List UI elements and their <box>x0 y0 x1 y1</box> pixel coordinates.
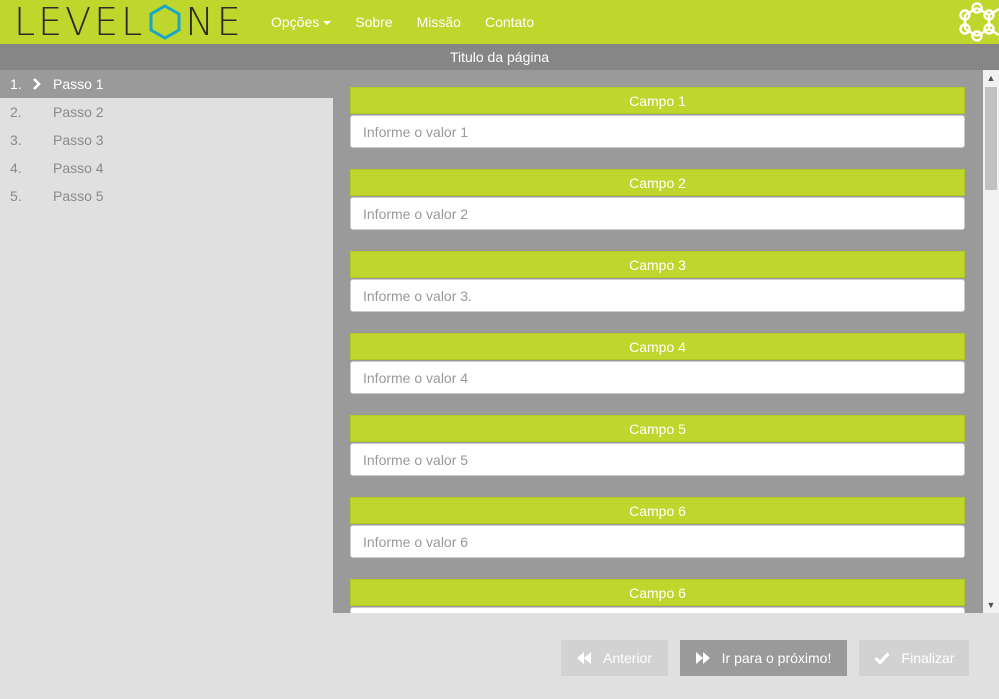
field-input-6[interactable] <box>350 525 965 558</box>
field-group: Campo 1 <box>350 87 965 148</box>
top-navbar: LEVEL NE Opções Sobre Missão Contato <box>0 0 999 44</box>
finish-button[interactable]: Finalizar <box>859 640 969 676</box>
finish-button-label: Finalizar <box>901 650 955 666</box>
field-input-1[interactable] <box>350 115 965 148</box>
form-content: Campo 1 Campo 2 Campo 3 Campo 4 Campo 5 … <box>333 70 983 613</box>
step-item-2[interactable]: 2. Passo 2 <box>0 98 333 126</box>
step-label: Passo 4 <box>53 160 104 176</box>
backward-icon <box>576 652 591 664</box>
chevron-right-icon <box>33 78 41 90</box>
previous-button-label: Anterior <box>602 650 653 666</box>
field-group: Campo 2 <box>350 169 965 230</box>
field-input-4[interactable] <box>350 361 965 394</box>
step-item-1[interactable]: 1. Passo 1 <box>0 70 333 98</box>
step-number: 3. <box>10 132 22 148</box>
checkmark-icon <box>873 652 890 664</box>
field-title: Campo 1 <box>350 87 965 114</box>
nav-item-missao[interactable]: Missão <box>405 0 473 44</box>
field-input-5[interactable] <box>350 443 965 476</box>
hexagon-logo-icon <box>149 4 181 40</box>
step-number: 4. <box>10 160 22 176</box>
step-label: Passo 3 <box>53 132 104 148</box>
nav-item-sobre[interactable]: Sobre <box>343 0 404 44</box>
steps-sidebar: 1. Passo 1 2. Passo 2 3. Passo 3 4. Pass… <box>0 70 333 613</box>
content-scrollbar[interactable]: ▲ ▼ <box>983 70 999 613</box>
caret-down-icon <box>323 21 332 26</box>
logo[interactable]: LEVEL NE <box>14 0 244 44</box>
step-label: Passo 5 <box>53 188 104 204</box>
step-item-3[interactable]: 3. Passo 3 <box>0 126 333 154</box>
main-nav: Opções Sobre Missão Contato <box>259 0 546 44</box>
step-number: 2. <box>10 104 22 120</box>
field-title: Campo 6 <box>350 497 965 524</box>
nav-item-opcoes[interactable]: Opções <box>259 0 343 44</box>
step-number: 5. <box>10 188 22 204</box>
nav-item-label: Opções <box>271 14 320 30</box>
field-group: Campo 3 <box>350 251 965 312</box>
field-group: Campo 4 <box>350 333 965 394</box>
step-label: Passo 2 <box>53 104 104 120</box>
step-item-5[interactable]: 5. Passo 5 <box>0 182 333 210</box>
field-title: Campo 6 <box>350 579 965 606</box>
logo-text-left: LEVEL <box>14 0 146 44</box>
nav-item-contato[interactable]: Contato <box>473 0 546 44</box>
page-title: Titulo da página <box>0 44 999 70</box>
field-group: Campo 6 <box>350 497 965 558</box>
previous-button[interactable]: Anterior <box>561 640 668 676</box>
scroll-thumb[interactable] <box>985 87 997 190</box>
molecule-icon <box>959 2 999 42</box>
field-group: Campo 5 <box>350 415 965 476</box>
field-title: Campo 2 <box>350 169 965 196</box>
scroll-up-arrow-icon[interactable]: ▲ <box>983 70 999 86</box>
forward-icon <box>695 652 710 664</box>
step-label: Passo 1 <box>53 76 104 92</box>
field-title: Campo 5 <box>350 415 965 442</box>
field-input-7[interactable] <box>350 607 965 613</box>
step-number: 1. <box>10 76 22 92</box>
field-group: Campo 6 <box>350 579 965 613</box>
step-item-4[interactable]: 4. Passo 4 <box>0 154 333 182</box>
next-button[interactable]: Ir para o próximo! <box>680 640 847 676</box>
field-input-3[interactable] <box>350 279 965 312</box>
field-input-2[interactable] <box>350 197 965 230</box>
field-title: Campo 3 <box>350 251 965 278</box>
next-button-label: Ir para o próximo! <box>721 650 832 666</box>
logo-text-right: NE <box>185 0 244 44</box>
scroll-down-arrow-icon[interactable]: ▼ <box>983 597 999 613</box>
field-title: Campo 4 <box>350 333 965 360</box>
